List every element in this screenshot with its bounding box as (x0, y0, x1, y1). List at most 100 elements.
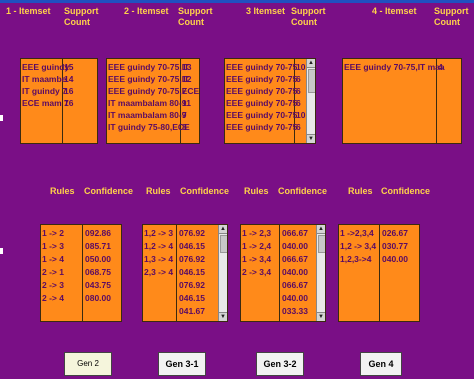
window-top-border (0, 0, 474, 3)
itemset1-support-header: Support Count (64, 6, 99, 27)
list-item: 1,2 -> 3 (144, 228, 174, 238)
rules4-header: Rules (348, 186, 373, 196)
rules1-header: Rules (50, 186, 75, 196)
itemset3-scrollbar[interactable]: ▲ ▼ (306, 59, 315, 143)
list-item: 1,3 -> 4 (144, 254, 174, 264)
scroll-down-icon[interactable]: ▼ (219, 312, 227, 321)
list-item: IT maambe (22, 74, 67, 84)
list-item: 2 -> 4 (42, 293, 64, 303)
confidence-value: 026.67 (382, 228, 408, 238)
confidence-value: 046.15 (179, 267, 205, 277)
list-item: 2,3 -> 4 (144, 267, 174, 277)
gen4-button[interactable]: Gen 4 (360, 352, 402, 376)
scroll-up-icon[interactable]: ▲ (219, 225, 227, 234)
itemset1-list[interactable]: EEE guindy IT maambe IT guindy 7 ECE mam… (20, 58, 98, 144)
confidence-value: 033.33 (282, 306, 308, 316)
confidence-value: 043.75 (85, 280, 111, 290)
list-item: 1 ->2,3,4 (340, 228, 374, 238)
count-value: 12 (182, 74, 192, 84)
count-value: 8 (182, 122, 187, 132)
confidence2-header: Confidence (180, 186, 230, 196)
confidence-value: 040.00 (282, 267, 308, 277)
scroll-thumb[interactable] (308, 69, 315, 93)
scroll-up-icon[interactable]: ▲ (317, 225, 325, 234)
list-item: 1 -> 3,4 (242, 254, 272, 264)
count-value: 13 (182, 62, 192, 72)
confidence-value: 076.92 (179, 228, 205, 238)
list-item: 1,2,3->4 (340, 254, 372, 264)
list-item: EEE guindy 70-75 (226, 122, 298, 132)
confidence1-header: Confidence (84, 186, 134, 196)
count-value: 15 (64, 62, 74, 72)
list-item: 1 -> 2,4 (242, 241, 272, 251)
scroll-down-icon[interactable]: ▼ (317, 312, 325, 321)
count-value: 6 (296, 74, 301, 84)
itemset2-support-header: Support Count (178, 6, 213, 27)
confidence-value: 066.67 (282, 280, 308, 290)
count-value: 7 (182, 86, 187, 96)
gen2-button[interactable]: Gen 2 (64, 352, 112, 376)
list-item: EEE guindy 70-75 (226, 110, 298, 120)
rules3-list[interactable]: 1 -> 2,3 1 -> 2,4 1 -> 3,4 2 -> 3,4 066.… (240, 224, 326, 322)
count-value: 16 (64, 86, 74, 96)
rules2-list[interactable]: 1,2 -> 3 1,2 -> 4 1,3 -> 4 2,3 -> 4 076.… (142, 224, 228, 322)
confidence-value: 085.71 (85, 241, 111, 251)
confidence4-header: Confidence (381, 186, 431, 196)
itemset3-list[interactable]: EEE guindy 70-75 EEE guindy 70-75 EEE gu… (224, 58, 316, 144)
left-edge-marker (0, 115, 3, 121)
left-edge-marker (0, 248, 3, 254)
list-item: 2 -> 1 (42, 267, 64, 277)
confidence-value: 046.15 (179, 241, 205, 251)
count-value: 11 (182, 98, 191, 108)
list-item: 1 -> 2 (42, 228, 64, 238)
itemset2-list[interactable]: EEE guindy 70-75,IT EEE guindy 70-75,IT … (106, 58, 200, 144)
scroll-thumb[interactable] (318, 235, 325, 253)
column-divider (176, 225, 177, 321)
column-divider (82, 225, 83, 321)
list-item: EEE guindy 70-75 (226, 86, 298, 96)
list-item: EEE guindy 70-75 (226, 62, 298, 72)
itemset4-support-header: Support Count (434, 6, 469, 27)
gen3-2-button[interactable]: Gen 3-2 (256, 352, 304, 376)
scroll-down-icon[interactable]: ▼ (307, 134, 315, 143)
list-item: EEE guindy (22, 62, 70, 72)
rules1-list[interactable]: 1 -> 2 1 -> 3 1 -> 4 2 -> 1 2 -> 3 2 -> … (40, 224, 122, 322)
rules2-scrollbar[interactable]: ▲ ▼ (218, 225, 227, 321)
list-item: IT guindy 7 (22, 86, 67, 96)
gen3-1-button[interactable]: Gen 3-1 (158, 352, 206, 376)
count-value: 16 (64, 98, 74, 108)
list-item: 2 -> 3 (42, 280, 64, 290)
confidence3-header: Confidence (278, 186, 328, 196)
itemset4-list[interactable]: EEE guindy 70-75,IT maa 4 (342, 58, 462, 144)
list-item: 1 -> 3 (42, 241, 64, 251)
confidence-value: 040.00 (282, 293, 308, 303)
scroll-thumb[interactable] (220, 235, 227, 253)
confidence-value: 040.00 (382, 254, 408, 264)
list-item: 1 -> 4 (42, 254, 64, 264)
scroll-up-icon[interactable]: ▲ (307, 59, 315, 68)
confidence-value: 076.92 (179, 254, 205, 264)
list-item: EEE guindy 70-75 (226, 74, 298, 84)
confidence-value: 041.67 (179, 306, 205, 316)
rules2-header: Rules (146, 186, 171, 196)
list-item: 1,2 -> 4 (144, 241, 174, 251)
itemset4-header: 4 - Itemset (372, 6, 417, 16)
count-value: 6 (296, 86, 301, 96)
count-value: 7 (182, 110, 187, 120)
list-item: IT maambalam 80-9 (108, 98, 187, 108)
list-item: 2 -> 3,4 (242, 267, 272, 277)
rules4-list[interactable]: 1 ->2,3,4 1,2 -> 3,4 1,2,3->4 026.67 030… (338, 224, 420, 322)
count-value: 10 (296, 62, 306, 72)
confidence-value: 092.86 (85, 228, 111, 238)
count-value: 6 (296, 122, 301, 132)
list-item: 1,2 -> 3,4 (340, 241, 377, 251)
confidence-value: 046.15 (179, 293, 205, 303)
confidence-value: 066.67 (282, 254, 308, 264)
confidence-value: 080.00 (85, 293, 111, 303)
itemset3-header: 3 Itemset (246, 6, 286, 16)
itemset2-header: 2 - Itemset (124, 6, 169, 16)
count-value: 6 (296, 98, 301, 108)
itemset1-header: 1 - Itemset (6, 6, 51, 16)
confidence-value: 076.92 (179, 280, 205, 290)
rules3-scrollbar[interactable]: ▲ ▼ (316, 225, 325, 321)
